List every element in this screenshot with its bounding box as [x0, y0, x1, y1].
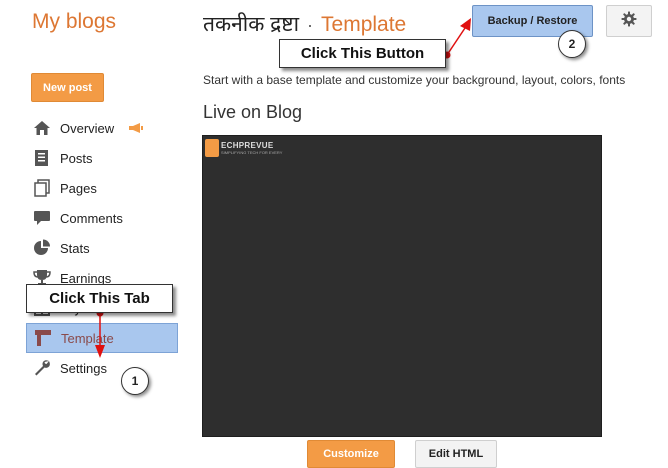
live-on-blog-heading: Live on Blog	[203, 102, 303, 122]
click-this-button-callout: Click This Button	[279, 39, 446, 68]
sidebar-item-label: Settings	[60, 360, 107, 376]
page-title: तकनीक द्रष्टा · Template	[203, 10, 406, 38]
sidebar-item-label: Comments	[60, 210, 123, 226]
home-icon	[32, 118, 52, 138]
brand-my-blogs[interactable]: My blogs	[32, 10, 116, 34]
sidebar-item-label: Stats	[60, 240, 90, 256]
sidebar-item-comments[interactable]: Comments	[26, 203, 178, 233]
sidebar-item-label: Posts	[60, 150, 93, 166]
template-icon	[33, 328, 53, 348]
gear-icon	[621, 11, 637, 32]
pages-icon	[32, 178, 52, 198]
title-separator: ·	[307, 15, 314, 35]
sidebar-item-settings[interactable]: Settings	[26, 353, 178, 383]
live-blog-preview: ECHPREVUE SIMPLIFYING TECH FOR EVERY	[202, 135, 602, 437]
step-1-marker: 1	[121, 367, 149, 395]
template-intro-text: Start with a base template and customize…	[203, 73, 626, 87]
preview-logo-title: ECHPREVUE	[221, 141, 274, 150]
sidebar-item-label: Template	[61, 330, 114, 346]
sidebar-item-pages[interactable]: Pages	[26, 173, 178, 203]
sidebar-item-label: Overview	[60, 120, 115, 136]
sidebar-item-label: Pages	[60, 180, 97, 196]
preview-logo-subtitle: SIMPLIFYING TECH FOR EVERY	[221, 150, 283, 155]
stats-icon	[32, 238, 52, 258]
logo-badge-icon	[205, 139, 219, 157]
section-title: Template	[321, 13, 407, 36]
sidebar-item-posts[interactable]: Posts	[26, 143, 178, 173]
settings-gear-button[interactable]	[606, 5, 652, 37]
new-post-button[interactable]: New post	[31, 73, 104, 102]
sidebar-nav: Overview Posts Pages Comments Stats Earn…	[26, 113, 178, 383]
posts-icon	[32, 148, 52, 168]
edit-html-button[interactable]: Edit HTML	[415, 440, 497, 468]
sidebar-item-template[interactable]: Template	[26, 323, 178, 353]
step-2-marker: 2	[558, 30, 586, 58]
blog-name: तकनीक द्रष्टा	[203, 13, 300, 36]
comment-icon	[32, 208, 52, 228]
sidebar-item-overview[interactable]: Overview	[26, 113, 178, 143]
sidebar-item-stats[interactable]: Stats	[26, 233, 178, 263]
wrench-icon	[32, 358, 52, 378]
megaphone-icon	[128, 121, 144, 136]
customize-button[interactable]: Customize	[307, 440, 395, 468]
preview-logo: ECHPREVUE SIMPLIFYING TECH FOR EVERY	[205, 139, 282, 157]
click-this-tab-callout: Click This Tab	[26, 284, 173, 313]
